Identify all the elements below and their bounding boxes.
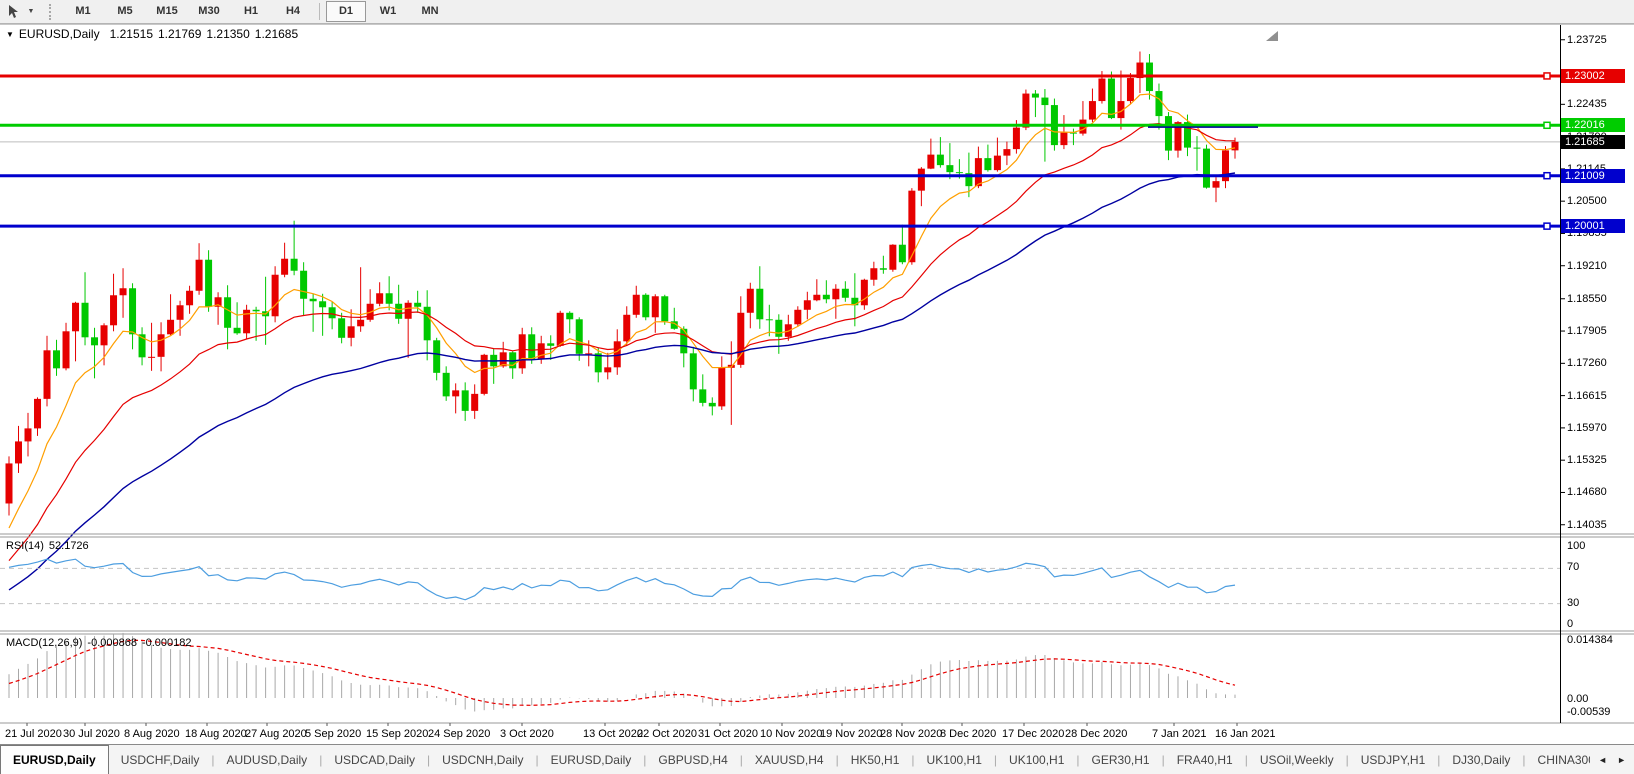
price-tick-label: 1.15325 [1567, 453, 1633, 467]
cursor-arrow-icon [6, 4, 22, 20]
price-tick-label: 1.16615 [1567, 389, 1633, 403]
date-label: 8 Dec 2020 [940, 728, 996, 740]
date-label: 24 Sep 2020 [428, 728, 490, 740]
macd-axis-zero: 0.00 [1567, 693, 1627, 705]
timeframe-button-d1[interactable]: D1 [326, 1, 366, 22]
price-tick-label: 1.19210 [1567, 259, 1633, 273]
timeframe-button-m30[interactable]: M30 [189, 1, 229, 22]
rsi-axis-label: 70 [1567, 561, 1627, 573]
price-tick-label: 1.18550 [1567, 292, 1633, 306]
date-label: 13 Oct 2020 [583, 728, 643, 740]
symbol-tabs: EURUSD,Daily USDCHF,Daily|AUDUSD,Daily|U… [0, 745, 1590, 774]
hline-price-label: 1.20001 [1561, 219, 1625, 233]
tab-usdchf-daily-1[interactable]: USDCHF,Daily [109, 745, 212, 774]
rsi-axis-label: 30 [1567, 597, 1627, 609]
toolbar-grip [49, 4, 54, 20]
date-label: 17 Dec 2020 [1002, 728, 1064, 740]
price-tick-label: 1.14035 [1567, 518, 1633, 532]
hline-price-label: 1.23002 [1561, 69, 1625, 83]
hline-price-label: 1.22016 [1561, 118, 1625, 132]
date-label: 7 Jan 2021 [1152, 728, 1206, 740]
tab-scroll-right-icon[interactable]: ► [1617, 755, 1626, 765]
tab-ger30-h1-11[interactable]: GER30,H1 [1080, 745, 1162, 774]
timeframe-button-w1[interactable]: W1 [368, 1, 408, 22]
current-price-label: 1.21685 [1561, 135, 1625, 149]
mt4-app: ▼ M1M5M15M30H1H4 D1W1MN ▼ EURUSD,Daily 1.21… [0, 0, 1634, 774]
tab-scroll-arrows: ◄ ► [1590, 745, 1634, 774]
tab-dj30-daily-15[interactable]: DJ30,Daily [1440, 745, 1522, 774]
chart-title: ▼ EURUSD,Daily 1.21515 1.21769 1.21350 1.2168… [6, 27, 303, 41]
date-label: 21 Jul 2020 [5, 728, 62, 740]
date-label: 8 Aug 2020 [124, 728, 180, 740]
price-tick-label: 1.23725 [1567, 33, 1633, 47]
macd-main-value: -0.000868 [87, 637, 137, 649]
macd-axis-max: 0.014384 [1567, 634, 1627, 646]
rsi-axis-label: 100 [1567, 540, 1627, 552]
tab-eurusd-daily-0[interactable]: EURUSD,Daily [0, 745, 109, 774]
ohlc-high: 1.21769 [158, 27, 201, 41]
chart-symbol-label: EURUSD,Daily [19, 27, 100, 41]
date-label: 19 Nov 2020 [820, 728, 882, 740]
date-label: 28 Nov 2020 [880, 728, 942, 740]
date-label: 31 Oct 2020 [698, 728, 758, 740]
tab-xauusd-h4-7[interactable]: XAUUSD,H4 [743, 745, 836, 774]
crosshair-cursor-icon[interactable] [3, 3, 25, 21]
collapse-triangle-icon[interactable]: ▼ [6, 30, 14, 39]
tab-china300-h1-16[interactable]: CHINA300,H1 [1526, 745, 1591, 774]
tab-uk100-h1-9[interactable]: UK100,H1 [915, 745, 994, 774]
timeframe-button-h4[interactable]: H4 [273, 1, 313, 22]
tab-scroll-left-icon[interactable]: ◄ [1598, 755, 1607, 765]
date-label: 30 Jul 2020 [63, 728, 120, 740]
date-label: 3 Oct 2020 [500, 728, 554, 740]
rsi-indicator-name: RSI(14) [6, 540, 44, 552]
tab-usoil-weekly-13[interactable]: USOil,Weekly [1248, 745, 1346, 774]
date-label: 15 Sep 2020 [366, 728, 428, 740]
macd-indicator-name: MACD(12,26,9) [6, 637, 82, 649]
macd-axis-min: -0.00539 [1567, 706, 1627, 718]
tab-audusd-daily-2[interactable]: AUDUSD,Daily [215, 745, 320, 774]
timeframe-button-h1[interactable]: H1 [231, 1, 271, 22]
timeframe-buttons: M1M5M15M30H1H4 D1W1MN [62, 0, 451, 23]
tab-usdcnh-daily-4[interactable]: USDCNH,Daily [430, 745, 535, 774]
price-tick-label: 1.17260 [1567, 356, 1633, 370]
price-tick-label: 1.17905 [1567, 324, 1633, 338]
date-label: 27 Aug 2020 [245, 728, 307, 740]
toolbar-separator [319, 3, 320, 20]
timeframe-button-m5[interactable]: M5 [105, 1, 145, 22]
timeframe-button-mn[interactable]: MN [410, 1, 450, 22]
tab-eurusd-daily-5[interactable]: EURUSD,Daily [539, 745, 644, 774]
chart-canvas[interactable] [0, 24, 1634, 726]
tab-gbpusd-h4-6[interactable]: GBPUSD,H4 [646, 745, 739, 774]
price-tick-label: 1.15970 [1567, 421, 1633, 435]
date-label: 28 Dec 2020 [1065, 728, 1127, 740]
date-label: 10 Nov 2020 [760, 728, 822, 740]
tab-uk100-h1-10[interactable]: UK100,H1 [997, 745, 1076, 774]
price-tick-label: 1.14680 [1567, 485, 1633, 499]
date-label: 22 Oct 2020 [637, 728, 697, 740]
timeframe-button-m15[interactable]: M15 [147, 1, 187, 22]
chevron-down-icon[interactable]: ▼ [25, 8, 37, 15]
tab-usdcad-daily-3[interactable]: USDCAD,Daily [322, 745, 427, 774]
ohlc-low: 1.21350 [206, 27, 249, 41]
tab-hk50-h1-8[interactable]: HK50,H1 [839, 745, 912, 774]
ohlc-close: 1.21685 [255, 27, 298, 41]
rsi-axis-label: 0 [1567, 618, 1627, 630]
macd-signal-value: -0.000182 [142, 637, 192, 649]
tab-usdjpy-h1-14[interactable]: USDJPY,H1 [1349, 745, 1437, 774]
ohlc-open: 1.21515 [110, 27, 153, 41]
date-label: 16 Jan 2021 [1215, 728, 1276, 740]
rsi-label: RSI(14) 52.1726 [6, 540, 89, 552]
symbol-tabbar: EURUSD,Daily USDCHF,Daily|AUDUSD,Daily|U… [0, 744, 1634, 774]
chart-background [0, 24, 1634, 726]
price-tick-label: 1.22435 [1567, 97, 1633, 111]
date-label: 18 Aug 2020 [185, 728, 247, 740]
date-label: 5 Sep 2020 [305, 728, 361, 740]
hline-price-label: 1.21009 [1561, 169, 1625, 183]
price-tick-label: 1.20500 [1567, 194, 1633, 208]
macd-label: MACD(12,26,9) -0.000868 -0.000182 [6, 637, 192, 649]
timeframe-button-m1[interactable]: M1 [63, 1, 103, 22]
rsi-value: 52.1726 [49, 540, 89, 552]
timeframe-toolbar: ▼ M1M5M15M30H1H4 D1W1MN [0, 0, 1634, 24]
tab-fra40-h1-12[interactable]: FRA40,H1 [1165, 745, 1245, 774]
